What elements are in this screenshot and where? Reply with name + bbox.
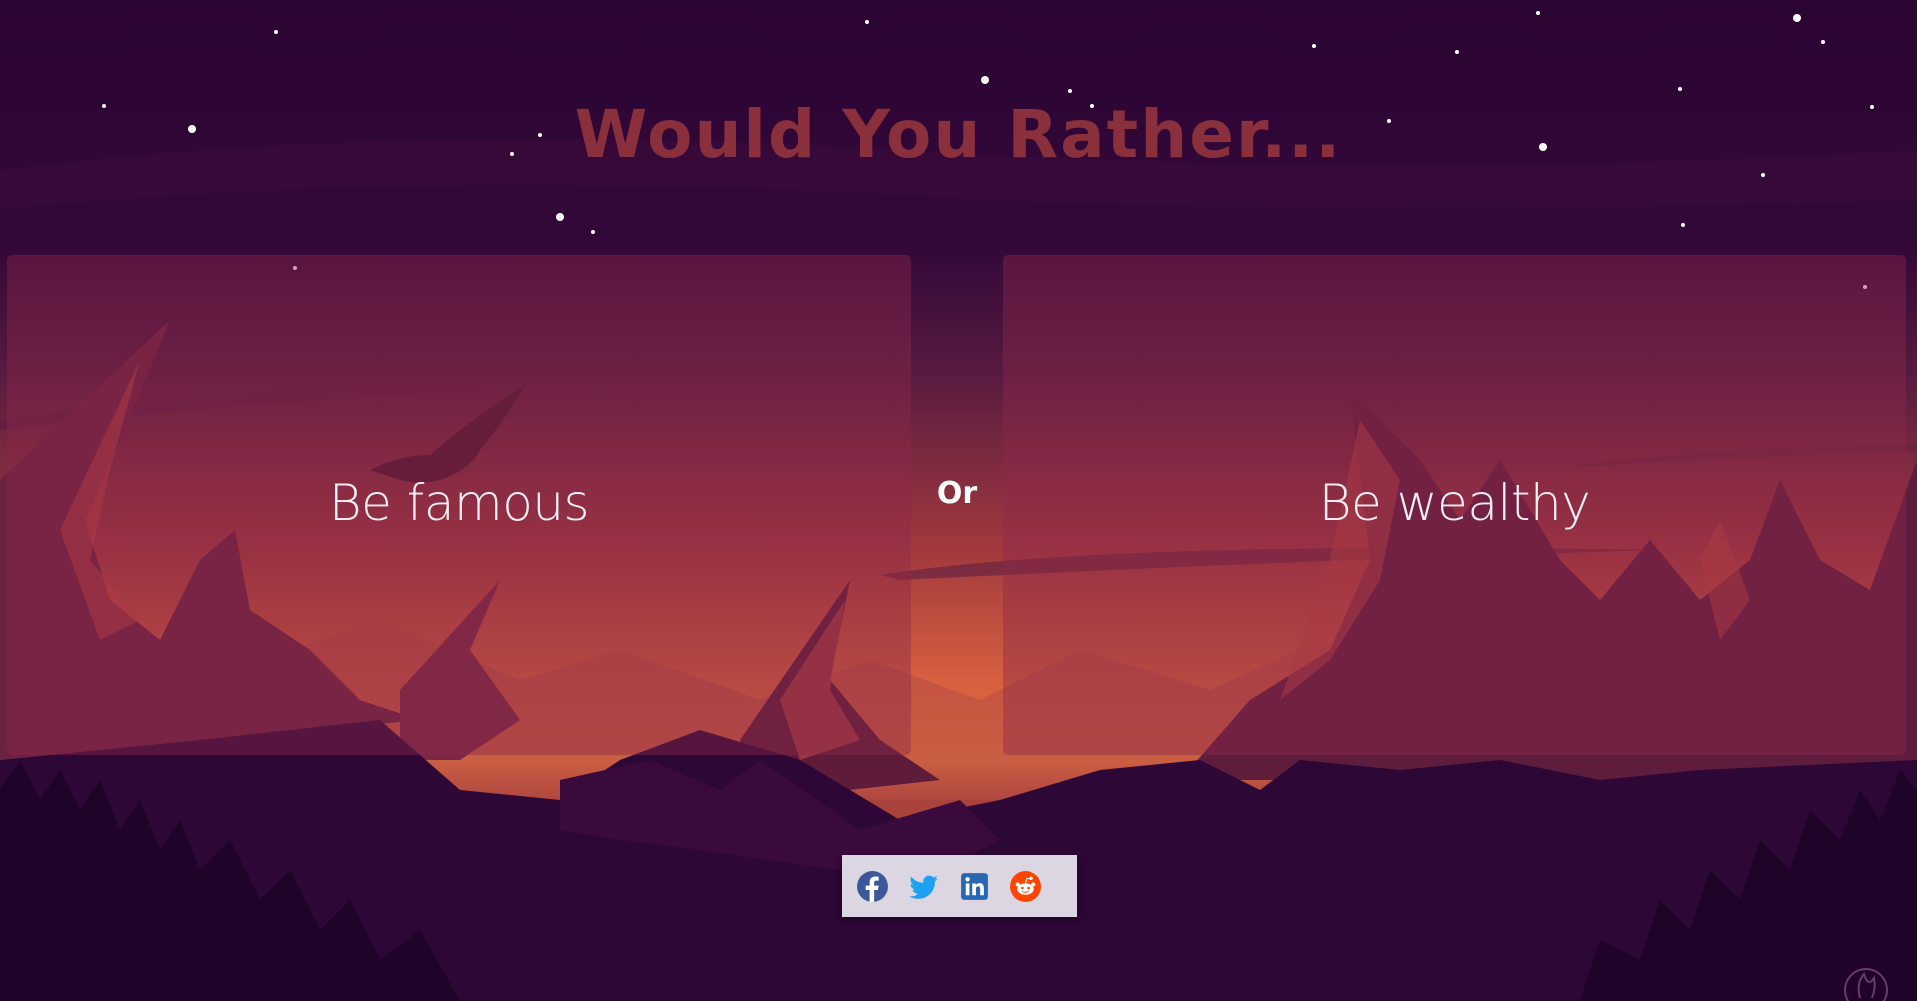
option-left-card[interactable]: Be famous [7,255,911,755]
option-left-label: Be famous [328,473,590,532]
or-separator: Or [936,476,978,511]
reddit-icon [1010,870,1041,902]
share-reddit-button[interactable] [1009,870,1042,903]
facebook-icon [857,870,888,902]
share-twitter-button[interactable] [907,870,940,903]
share-bar [842,855,1077,917]
artist-signature-logo [1844,968,1888,1001]
option-right-label: Be wealthy [1318,473,1591,532]
share-linkedin-button[interactable] [958,870,991,903]
share-facebook-button[interactable] [856,870,889,903]
linkedin-icon [961,872,988,900]
option-right-card[interactable]: Be wealthy [1003,255,1906,755]
twitter-icon [909,875,938,899]
page-title: Would You Rather... [574,96,1343,173]
